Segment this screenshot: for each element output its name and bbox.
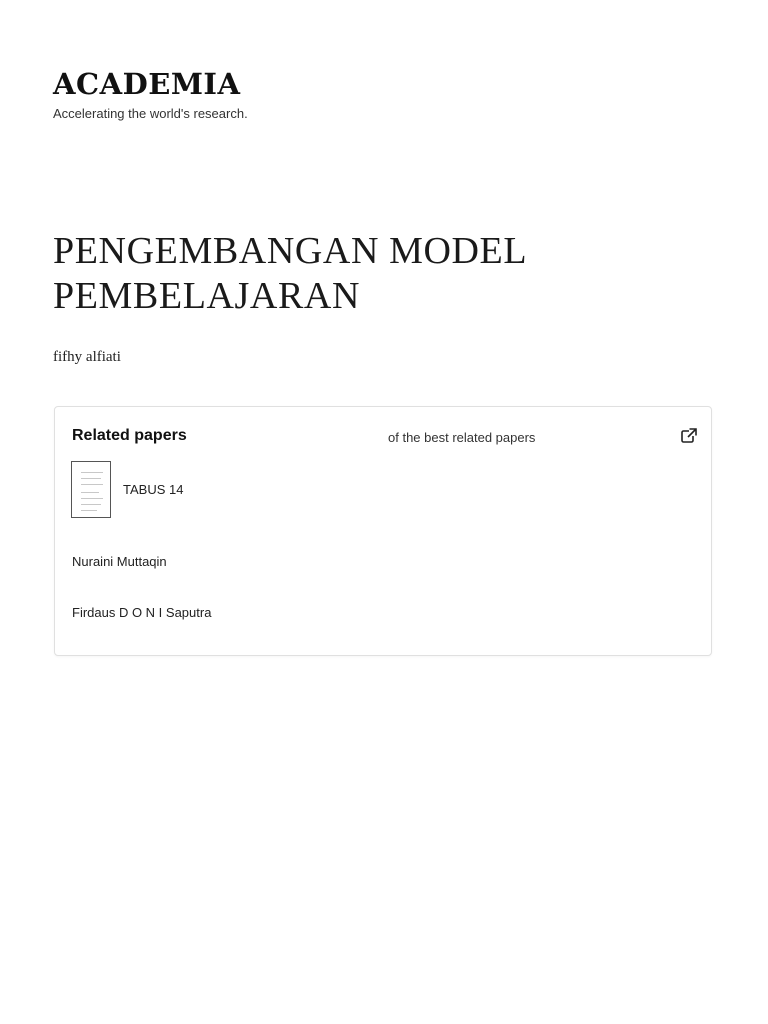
thumbnail-text-line <box>81 478 101 479</box>
thumbnail-text-line <box>81 484 103 485</box>
external-link-icon[interactable] <box>680 427 698 445</box>
related-paper-author[interactable]: Firdaus D O N I Saputra <box>72 605 211 620</box>
academia-logo[interactable]: ACADEMIA <box>53 66 248 102</box>
related-paper-author[interactable]: Nuraini Muttaqin <box>72 554 167 569</box>
paper-title: PENGEMBANGAN MODEL PEMBELAJARAN <box>53 230 526 317</box>
thumbnail-text-line <box>81 504 101 505</box>
thumbnail-text-line <box>81 492 99 493</box>
external-link-icon-svg <box>681 428 697 443</box>
related-papers-heading: Related papers <box>72 427 187 444</box>
related-paper-title[interactable]: TABUS 14 <box>123 482 183 497</box>
thumbnail-text-line <box>81 498 103 499</box>
thumbnail-text-line <box>81 472 103 473</box>
brand-header: ACADEMIA Accelerating the world's resear… <box>53 66 248 121</box>
paper-author[interactable]: fifhy alfiati <box>53 349 121 366</box>
document-thumbnail-icon[interactable] <box>71 461 111 518</box>
related-papers-subheading: of the best related papers <box>388 430 536 445</box>
thumbnail-text-line <box>81 510 97 511</box>
brand-tagline: Accelerating the world's research. <box>53 106 248 121</box>
related-papers-card: Related papers of the best related paper… <box>54 406 712 656</box>
